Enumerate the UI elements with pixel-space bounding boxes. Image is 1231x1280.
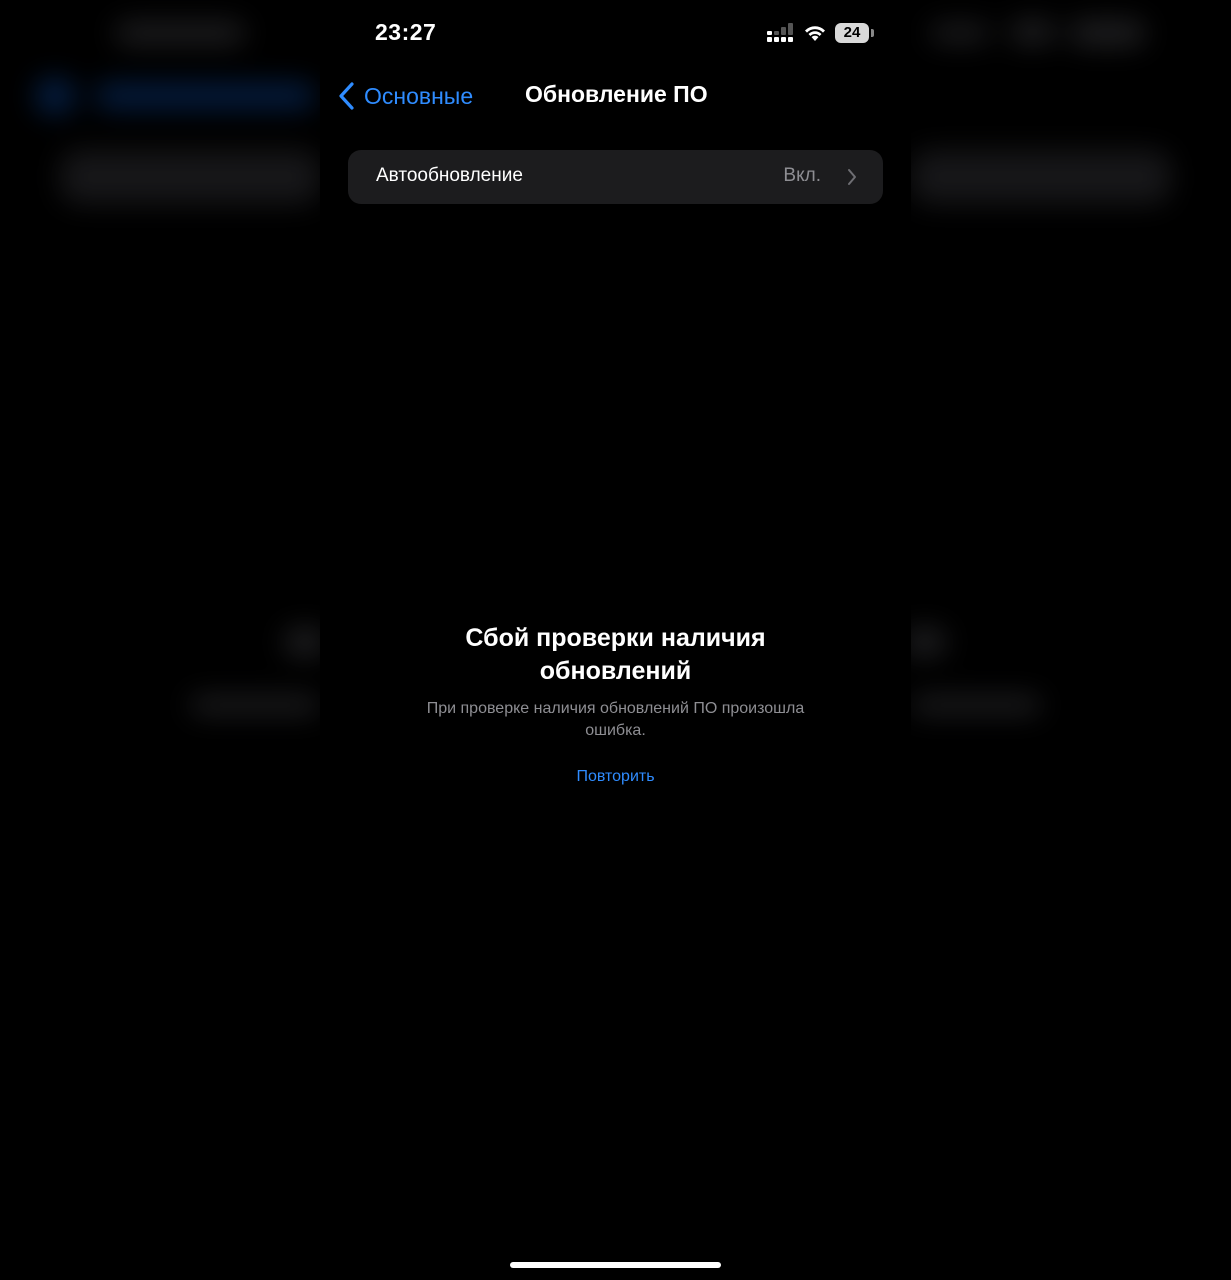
wifi-icon bbox=[805, 26, 825, 41]
page-title: Обновление ПО bbox=[525, 81, 708, 107]
retry-button[interactable]: Повторить bbox=[576, 768, 654, 786]
screen: 23:27 24 Основные Обновление ПО Автообно… bbox=[0, 0, 1231, 1280]
home-indicator[interactable] bbox=[510, 1262, 721, 1268]
battery-icon: 24 bbox=[835, 23, 869, 43]
phone-screen: 23:27 24 Основные Обновление ПО Автообно… bbox=[320, 0, 911, 1280]
auto-update-row[interactable]: Автообновление Вкл. bbox=[348, 150, 883, 204]
status-time: 23:27 bbox=[375, 19, 437, 45]
auto-update-label: Автообновление bbox=[376, 165, 523, 186]
back-button[interactable]: Основные bbox=[336, 78, 473, 114]
auto-update-value: Вкл. bbox=[783, 165, 821, 186]
back-button-label: Основные bbox=[364, 82, 474, 109]
chevron-left-icon bbox=[339, 82, 354, 110]
cellular-signal-icon bbox=[767, 23, 793, 42]
error-title: Сбой проверки наличия обновлений bbox=[465, 624, 766, 685]
update-error-block: Сбой проверки наличия обновлений При про… bbox=[320, 622, 911, 786]
battery-tip bbox=[871, 29, 874, 37]
error-message: При проверке наличия обновлений ПО произ… bbox=[426, 700, 805, 739]
status-bar: 23:27 24 bbox=[320, 0, 911, 66]
chevron-right-icon bbox=[848, 169, 856, 185]
